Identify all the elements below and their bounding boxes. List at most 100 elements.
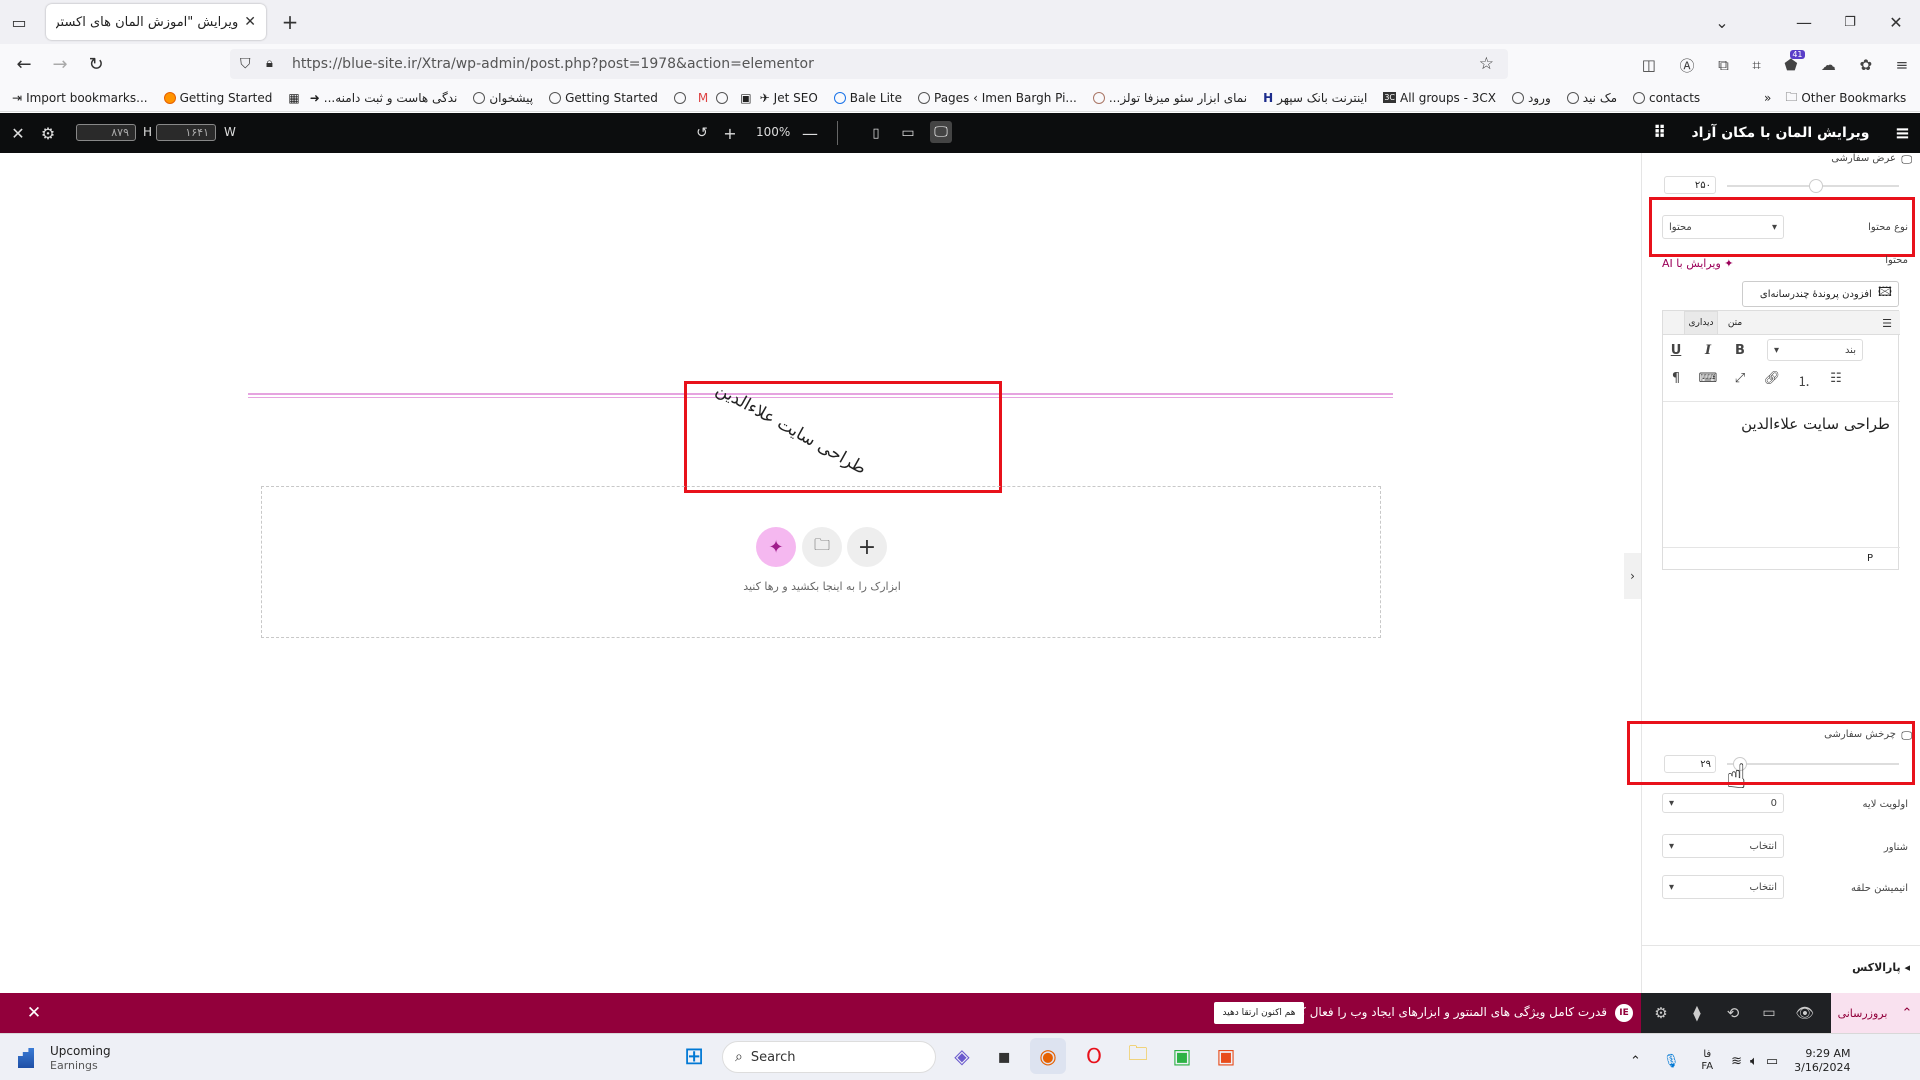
bookmark-item[interactable]: M xyxy=(698,91,708,105)
close-promo-icon[interactable]: ✕ xyxy=(24,1003,44,1023)
back-icon[interactable]: ← xyxy=(12,52,36,76)
reload-icon[interactable]: ↻ xyxy=(84,52,108,76)
underline-icon[interactable]: U xyxy=(1666,343,1686,358)
copilot-icon[interactable]: ◈ xyxy=(944,1038,980,1074)
ordered-list-icon[interactable]: ⒈ xyxy=(1794,371,1814,390)
bold-icon[interactable]: B xyxy=(1730,343,1750,358)
bookmark-item[interactable]: 3C All groups - 3CX xyxy=(1383,91,1496,105)
bookmark-item[interactable]: Getting Started xyxy=(163,91,272,105)
address-bar[interactable]: ⛉ 🔒︎ https://blue-site.ir/Xtra/wp-admin/… xyxy=(230,49,1508,79)
bookmark-item[interactable]: ▦ xyxy=(288,91,299,105)
bookmark-item[interactable]: ⇥ Import bookmarks... xyxy=(12,91,148,105)
bookmark-item[interactable]: ...نمای ابزار سئو میزفا تولز xyxy=(1092,91,1247,105)
taskbar-search[interactable]: ⌕ Search xyxy=(722,1041,936,1073)
mobile-view-icon[interactable]: ▯ xyxy=(866,123,886,143)
custom-width-slider-handle[interactable] xyxy=(1809,179,1823,193)
lock-icon[interactable]: 🔒︎ xyxy=(266,56,273,71)
bookmark-item[interactable]: ✈ Jet SEO xyxy=(760,91,818,105)
layers-icon[interactable]: ⧫ xyxy=(1687,1003,1707,1023)
shield-icon[interactable]: ⛉ xyxy=(240,56,251,72)
weather-widget[interactable]: Upcoming Earnings xyxy=(18,1042,128,1074)
close-editor-icon[interactable]: ✕ xyxy=(8,123,28,143)
history-icon[interactable]: ⟲ xyxy=(1723,1003,1743,1023)
editor-content[interactable]: طراحی سایت علاءالدین xyxy=(1741,415,1890,433)
paragraph-format-select[interactable]: بند ▾ xyxy=(1767,339,1863,361)
extension-icon[interactable]: ✿ xyxy=(1859,56,1872,74)
update-button[interactable]: بروزرسانی xyxy=(1831,993,1894,1033)
toolbar-toggle-icon[interactable]: ☰ xyxy=(1878,315,1896,331)
pocket-icon[interactable]: ◫ xyxy=(1642,56,1656,74)
language-indicator[interactable]: فا FA xyxy=(1701,1049,1713,1073)
ai-edit-link[interactable]: ✦ ویرایش با AI xyxy=(1662,257,1734,270)
volume-icon[interactable]: 🔈︎ xyxy=(1750,1054,1758,1069)
editor-canvas[interactable]: طراحی سایت علاءالدین ✦ 🗀 + ابزارک را به … xyxy=(0,153,1641,993)
width-input[interactable]: ۱۶۴۱ xyxy=(156,124,216,141)
collapse-panel-handle[interactable]: › xyxy=(1624,553,1641,599)
desktop-view-icon[interactable]: 🖵︎ xyxy=(930,121,952,143)
wifi-icon[interactable]: ≋ xyxy=(1731,1054,1742,1069)
loop-animation-select[interactable]: انتخاب ▾ xyxy=(1662,875,1784,899)
windows-start-icon[interactable]: ⊞ xyxy=(676,1038,712,1074)
camtasia-icon[interactable]: ▣ xyxy=(1164,1038,1200,1074)
cloud-icon[interactable]: ☁ xyxy=(1821,56,1836,74)
parallax-section-toggle[interactable]: ◂ پارالاکس xyxy=(1852,961,1910,974)
preview-eye-icon[interactable]: 👁︎ xyxy=(1795,1003,1815,1023)
bookmark-item[interactable]: Bale Lite xyxy=(833,91,902,105)
task-view-icon[interactable]: ▪ xyxy=(986,1038,1022,1074)
minimize-icon[interactable]: — xyxy=(1792,10,1816,34)
upgrade-now-button[interactable]: هم اکنون ارتقا دهید xyxy=(1214,1002,1304,1024)
ai-sparkle-icon[interactable]: ✦ xyxy=(756,527,796,567)
tablet-view-icon[interactable]: ▭ xyxy=(898,123,918,143)
account-icon[interactable]: Ⓐ xyxy=(1680,55,1695,76)
battery-icon[interactable]: ▭ xyxy=(1766,1054,1778,1069)
extension-badge-icon[interactable]: ⬟ 41 xyxy=(1784,50,1805,74)
add-media-button[interactable]: 🖾︎ افزودن پروندهٔ چندرسانه‌ای xyxy=(1742,281,1899,307)
add-section-icon[interactable]: + xyxy=(847,527,887,567)
microphone-icon[interactable]: 🎙︎ xyxy=(1663,1054,1680,1069)
close-window-icon[interactable]: ✕ xyxy=(1884,10,1908,34)
bookmark-star-icon[interactable]: ☆ xyxy=(1479,54,1494,74)
bookmark-item[interactable]: ➜ ...ندگی هاست و ثبت دامنه xyxy=(310,91,458,105)
forward-icon[interactable]: → xyxy=(48,52,72,76)
menu-icon[interactable]: ≡ xyxy=(1896,56,1909,74)
bookmark-item[interactable]: Pages ‹ Imen Bargh Pi... xyxy=(918,91,1077,105)
firefox-taskbar-icon[interactable]: ◉ xyxy=(1030,1038,1066,1074)
bookmark-item[interactable]: مک نید xyxy=(1566,91,1617,105)
recorder-icon[interactable]: ▣ xyxy=(1208,1038,1244,1074)
fullscreen-icon[interactable]: ⤢ xyxy=(1730,371,1750,386)
z-index-input[interactable]: 0 ▾ xyxy=(1662,793,1784,813)
restore-icon[interactable]: ❐ xyxy=(1838,10,1862,34)
bookmark-item[interactable]: ▣ xyxy=(740,91,751,105)
keyboard-icon[interactable]: ⌨ xyxy=(1698,371,1718,386)
bookmark-item[interactable] xyxy=(673,91,690,104)
crop-icon[interactable]: ⌗ xyxy=(1752,56,1760,74)
drop-zone[interactable]: ✦ 🗀 + ابزارک را به اینجا بکشید و رها کنی… xyxy=(261,486,1381,638)
tab-text[interactable]: متن xyxy=(1720,311,1750,335)
close-tab-icon[interactable]: ✕ xyxy=(244,14,256,30)
extensions-icon[interactable]: ⧉ xyxy=(1718,56,1729,74)
bookmark-item[interactable]: پیشخوان xyxy=(473,91,533,105)
chevron-up-icon[interactable]: ⌃ xyxy=(1630,1054,1641,1069)
browser-tab-active[interactable]: ✕ ویرایش "آموزش المان های اکسترا – ... xyxy=(46,4,266,40)
reset-zoom-icon[interactable]: ↺ xyxy=(692,123,712,143)
template-folder-icon[interactable]: 🗀 xyxy=(802,527,842,567)
zoom-out-icon[interactable]: — xyxy=(800,123,820,143)
link-icon[interactable]: 🔗︎ xyxy=(1762,371,1782,386)
tab-visual[interactable]: دیداری xyxy=(1684,311,1718,335)
other-bookmarks[interactable]: » 🗀 Other Bookmarks xyxy=(1764,88,1920,108)
chevron-up-icon[interactable]: ⌃ xyxy=(1894,993,1920,1033)
responsive-icon[interactable]: ▭ xyxy=(1759,1003,1779,1023)
height-input[interactable]: ۸۷۹ xyxy=(76,124,136,141)
double-chevron-icon[interactable]: » xyxy=(1764,91,1771,105)
paragraph-rtl-icon[interactable]: ¶ xyxy=(1666,371,1686,386)
italic-icon[interactable]: I xyxy=(1698,343,1718,358)
settings-gear-icon[interactable]: ⚙ xyxy=(1651,1003,1671,1023)
new-tab-icon[interactable]: + xyxy=(278,10,302,34)
bookmark-item[interactable]: Getting Started xyxy=(549,91,658,105)
hamburger-menu-icon[interactable]: ≡ xyxy=(1895,123,1910,144)
opera-icon[interactable]: O xyxy=(1076,1038,1112,1074)
settings-gear-icon[interactable]: ⚙ xyxy=(38,123,58,143)
bookmark-item[interactable]: contacts xyxy=(1633,91,1700,105)
desktop-device-icon[interactable]: 🖵︎ xyxy=(1901,153,1912,167)
clock[interactable]: 9:29 AM 3/16/2024 xyxy=(1794,1047,1850,1075)
